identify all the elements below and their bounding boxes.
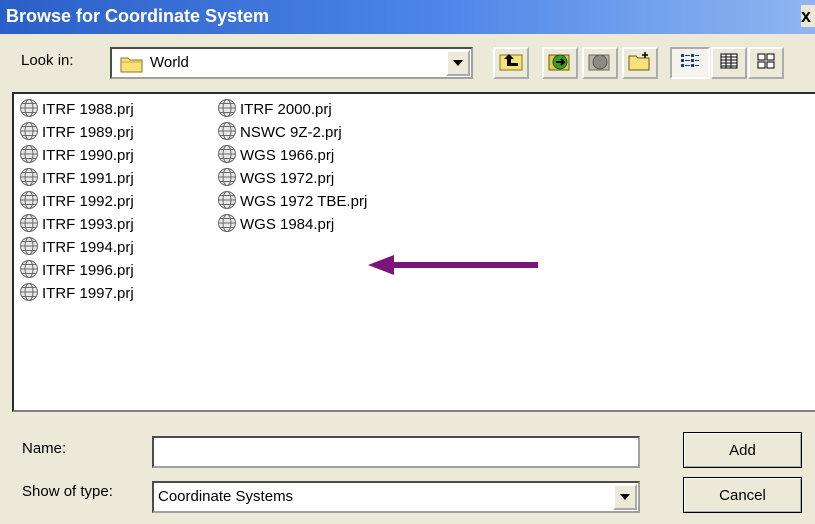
look-in-label: Look in: <box>21 52 74 69</box>
up-one-level-icon <box>499 51 523 75</box>
projection-file-icon <box>18 144 42 168</box>
file-item[interactable]: ITRF 1992.prj <box>18 190 134 213</box>
projection-file-icon <box>216 167 240 191</box>
file-item[interactable]: WGS 1966.prj <box>216 144 367 167</box>
file-name: ITRF 1996.prj <box>42 262 134 279</box>
connect-folder-icon <box>547 50 573 76</box>
projection-file-icon <box>216 190 240 214</box>
list-view-button[interactable] <box>670 47 710 79</box>
projection-file-icon <box>18 213 42 237</box>
annotation-arrow <box>368 255 538 275</box>
name-label: Name: <box>22 440 67 457</box>
file-item[interactable]: WGS 1984.prj <box>216 213 367 236</box>
new-folder-button[interactable] <box>622 47 658 79</box>
file-item[interactable]: WGS 1972 TBE.prj <box>216 190 367 213</box>
file-name: ITRF 2000.prj <box>240 101 332 118</box>
file-name: ITRF 1988.prj <box>42 101 134 118</box>
details-view-icon <box>719 52 739 74</box>
file-name: NSWC 9Z-2.prj <box>240 124 342 141</box>
cancel-button[interactable]: Cancel <box>683 477 802 513</box>
look-in-combo[interactable]: World <box>110 47 473 79</box>
type-select-value: Coordinate Systems <box>158 488 294 505</box>
file-name: WGS 1984.prj <box>240 216 335 233</box>
details-view-button[interactable] <box>711 47 747 79</box>
file-item[interactable]: ITRF 1997.prj <box>18 282 134 305</box>
up-one-level-button[interactable] <box>493 47 529 79</box>
file-name: ITRF 1989.prj <box>42 124 134 141</box>
look-in-value: World <box>150 54 189 71</box>
projection-file-icon <box>216 121 240 145</box>
file-item[interactable]: ITRF 1988.prj <box>18 98 134 121</box>
disconnect-folder-button[interactable] <box>582 47 618 79</box>
list-view-icon <box>679 52 701 74</box>
file-name: ITRF 1990.prj <box>42 147 134 164</box>
new-folder-icon <box>627 50 653 76</box>
title-bar: Browse for Coordinate System x <box>0 0 815 34</box>
file-item[interactable]: ITRF 1993.prj <box>18 213 134 236</box>
add-button[interactable]: Add <box>683 432 802 468</box>
type-dropdown-button[interactable] <box>613 484 637 510</box>
dialog-title: Browse for Coordinate System <box>6 6 270 26</box>
projection-file-icon <box>18 190 42 214</box>
type-select[interactable]: Coordinate Systems <box>152 481 640 513</box>
file-column-1: ITRF 1988.prj ITRF 1989.prj ITRF 1990.prj I… <box>18 98 134 305</box>
file-item[interactable]: WGS 1972.prj <box>216 167 367 190</box>
file-item[interactable]: ITRF 1989.prj <box>18 121 134 144</box>
name-input[interactable] <box>152 436 640 468</box>
file-name: ITRF 1993.prj <box>42 216 134 233</box>
file-item[interactable]: NSWC 9Z-2.prj <box>216 121 367 144</box>
projection-file-icon <box>18 236 42 260</box>
type-label: Show of type: <box>22 483 113 500</box>
file-item[interactable]: ITRF 1991.prj <box>18 167 134 190</box>
file-list[interactable]: ITRF 1988.prj ITRF 1989.prj ITRF 1990.prj I… <box>12 92 815 412</box>
file-item[interactable]: ITRF 1990.prj <box>18 144 134 167</box>
projection-file-icon <box>216 98 240 122</box>
folder-icon <box>120 55 144 77</box>
file-item[interactable]: ITRF 1994.prj <box>18 236 134 259</box>
file-name: ITRF 1994.prj <box>42 239 134 256</box>
projection-file-icon <box>216 144 240 168</box>
disconnect-folder-icon <box>587 50 613 76</box>
file-name: ITRF 1997.prj <box>42 285 134 302</box>
file-name: WGS 1972.prj <box>240 170 335 187</box>
connect-folder-button[interactable] <box>542 47 578 79</box>
close-button[interactable]: x <box>801 5 815 27</box>
projection-file-icon <box>18 121 42 145</box>
file-name: ITRF 1992.prj <box>42 193 134 210</box>
projection-file-icon <box>18 98 42 122</box>
projection-file-icon <box>18 282 42 306</box>
file-name: WGS 1966.prj <box>240 147 335 164</box>
file-item[interactable]: ITRF 2000.prj <box>216 98 367 121</box>
projection-file-icon <box>216 213 240 237</box>
file-column-2: ITRF 2000.prj NSWC 9Z-2.prj WGS 1966.prj WG… <box>216 98 367 236</box>
thumbnails-view-button[interactable] <box>748 47 784 79</box>
projection-file-icon <box>18 167 42 191</box>
thumbnails-view-icon <box>756 52 776 74</box>
chevron-down-icon <box>620 494 630 500</box>
chevron-down-icon <box>453 60 463 66</box>
file-name: WGS 1972 TBE.prj <box>240 193 368 210</box>
file-item[interactable]: ITRF 1996.prj <box>18 259 134 282</box>
projection-file-icon <box>18 259 42 283</box>
file-name: ITRF 1991.prj <box>42 170 134 187</box>
look-in-dropdown-button[interactable] <box>446 50 470 76</box>
